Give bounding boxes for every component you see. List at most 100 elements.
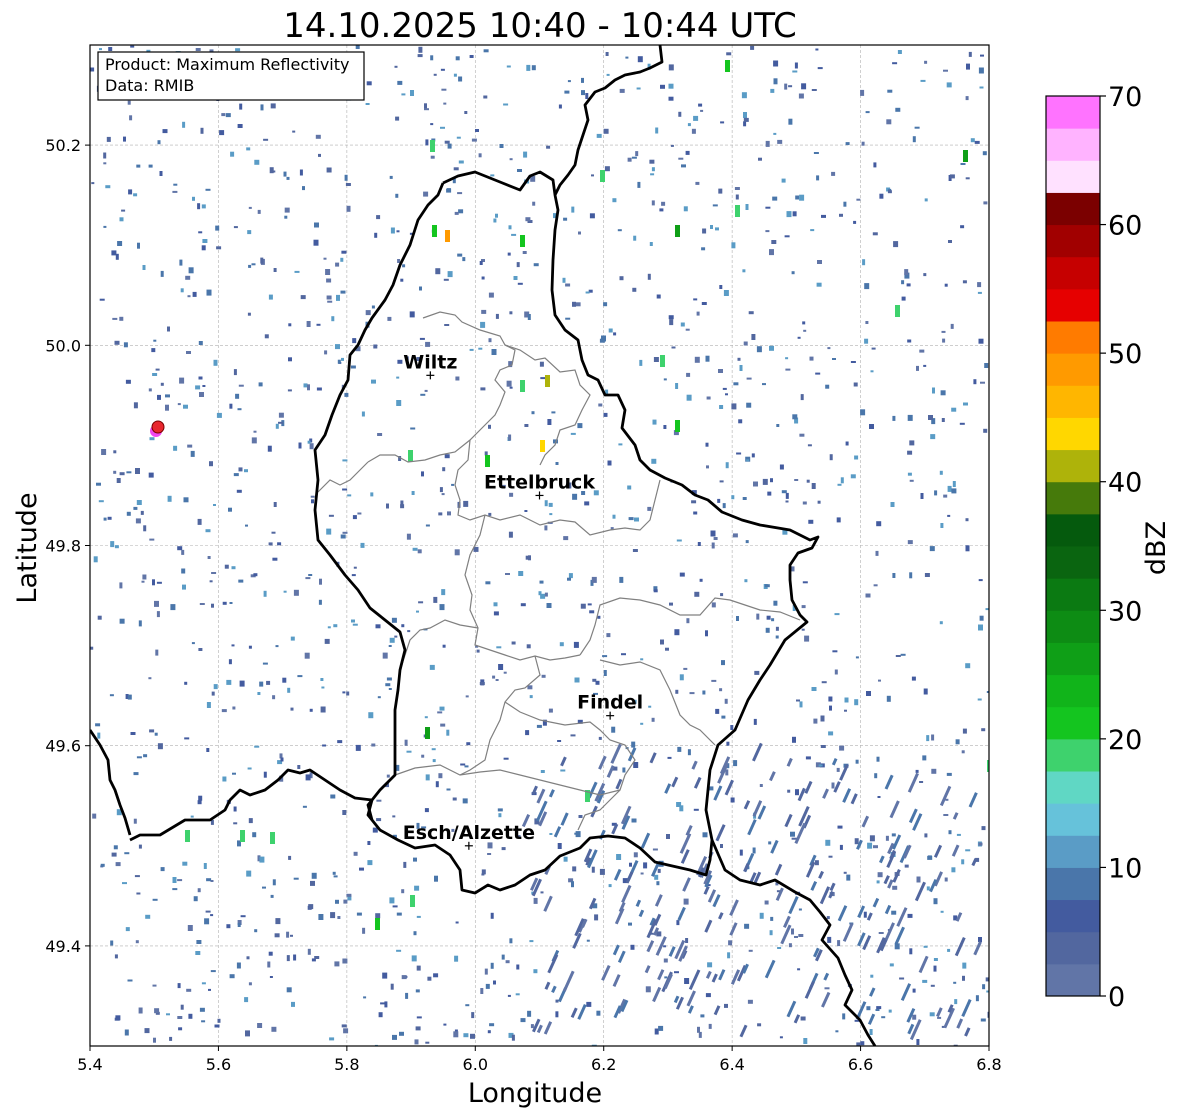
echo-cell [442, 644, 446, 648]
echo-cell [951, 867, 956, 873]
echo-cell [360, 542, 365, 548]
echo-cell [447, 143, 452, 149]
echo-cell [184, 737, 190, 740]
echo-cell [732, 533, 738, 538]
echo-cell [430, 123, 434, 126]
echo-cell [253, 573, 258, 577]
echo-cell [734, 187, 740, 190]
echo-cell [247, 312, 251, 316]
echo-strong-cell [963, 150, 968, 162]
echo-cell [394, 635, 398, 638]
echo-cell [911, 676, 916, 681]
echo-cell [418, 601, 424, 604]
echo-cell [912, 988, 916, 993]
echo-cell [611, 726, 616, 733]
echo-cell [979, 615, 984, 621]
echo-cell [424, 808, 429, 813]
echo-cell [776, 424, 780, 427]
echo-cell [720, 121, 725, 124]
y-tick-label: 49.6 [45, 737, 81, 756]
echo-cell [954, 999, 958, 1005]
echo-cell [508, 531, 513, 538]
colorbar-bin [1046, 738, 1100, 772]
echo-cell [705, 993, 711, 998]
colorbar-bin [1046, 771, 1100, 804]
echo-cell [660, 639, 664, 645]
echo-cell [142, 574, 147, 580]
colorbar-bin [1046, 963, 1100, 997]
colorbar-bin [1046, 96, 1100, 129]
echo-cell [185, 275, 191, 280]
echo-cell [652, 419, 657, 425]
echo-cell [324, 350, 328, 355]
echo-cell [944, 283, 948, 287]
echo-cell [602, 655, 608, 658]
echo-cell [206, 878, 212, 882]
echo-cell [211, 603, 214, 608]
echo-cell [529, 940, 534, 943]
echo-cell [861, 141, 865, 146]
echo-cell [785, 500, 789, 503]
echo-cell [670, 144, 674, 147]
echo-cell [108, 47, 113, 51]
echo-cell [270, 894, 274, 898]
echo-cell [138, 844, 142, 849]
echo-cell [981, 728, 986, 732]
echo-cell [201, 982, 206, 985]
echo-strong-cell [408, 450, 413, 462]
echo-cell [663, 378, 667, 381]
echo-cell [204, 918, 210, 925]
echo-cell [865, 111, 870, 114]
echo-cell [396, 400, 402, 406]
echo-cell [439, 706, 445, 711]
echo-cell [112, 317, 118, 320]
echo-cell [764, 900, 769, 905]
echo-cell [157, 394, 161, 400]
echo-cell [603, 128, 609, 134]
echo-cell [180, 288, 184, 293]
echo-cell [827, 936, 832, 943]
echo-cell [252, 832, 257, 838]
echo-cell [110, 940, 114, 946]
echo-cell [607, 460, 612, 466]
echo-cell [284, 215, 288, 219]
echo-cell [415, 989, 420, 993]
echo-cell [437, 711, 443, 714]
echo-cell [828, 731, 834, 736]
echo-cell [637, 56, 643, 63]
echo-cell [121, 209, 126, 212]
echo-cell [800, 394, 804, 401]
echo-cell [154, 1008, 160, 1014]
echo-cell [397, 80, 403, 85]
echo-cell [661, 201, 666, 206]
echo-cell [509, 311, 513, 315]
echo-cell [113, 845, 118, 850]
echo-cell [248, 264, 252, 268]
echo-cell [288, 357, 292, 362]
echo-cell [892, 885, 898, 890]
echo-cell [156, 581, 162, 584]
echo-cell [228, 659, 232, 665]
echo-cell [238, 384, 244, 387]
echo-cell [503, 757, 509, 760]
radar-map-figure: 14.10.2025 10:40 - 10:44 UTC WiltzEttelb… [12, 6, 1172, 1109]
plot-background [90, 45, 989, 1046]
echo-cell [490, 912, 494, 919]
echo-cell [585, 93, 589, 99]
echo-cell [454, 1029, 458, 1032]
echo-cell [933, 898, 938, 905]
echo-cell [916, 1039, 920, 1045]
echo-cell [715, 227, 719, 231]
echo-cell [875, 550, 879, 556]
echo-cell [735, 194, 739, 200]
echo-cell [309, 443, 314, 450]
echo-cell [307, 440, 311, 444]
echo-cell [980, 381, 985, 384]
echo-cell [377, 433, 383, 436]
echo-cell [945, 798, 949, 801]
echo-cell [597, 615, 601, 619]
echo-cell [413, 857, 417, 862]
echo-cell [526, 644, 531, 649]
echo-cell [930, 434, 936, 440]
echo-cell [866, 691, 871, 696]
